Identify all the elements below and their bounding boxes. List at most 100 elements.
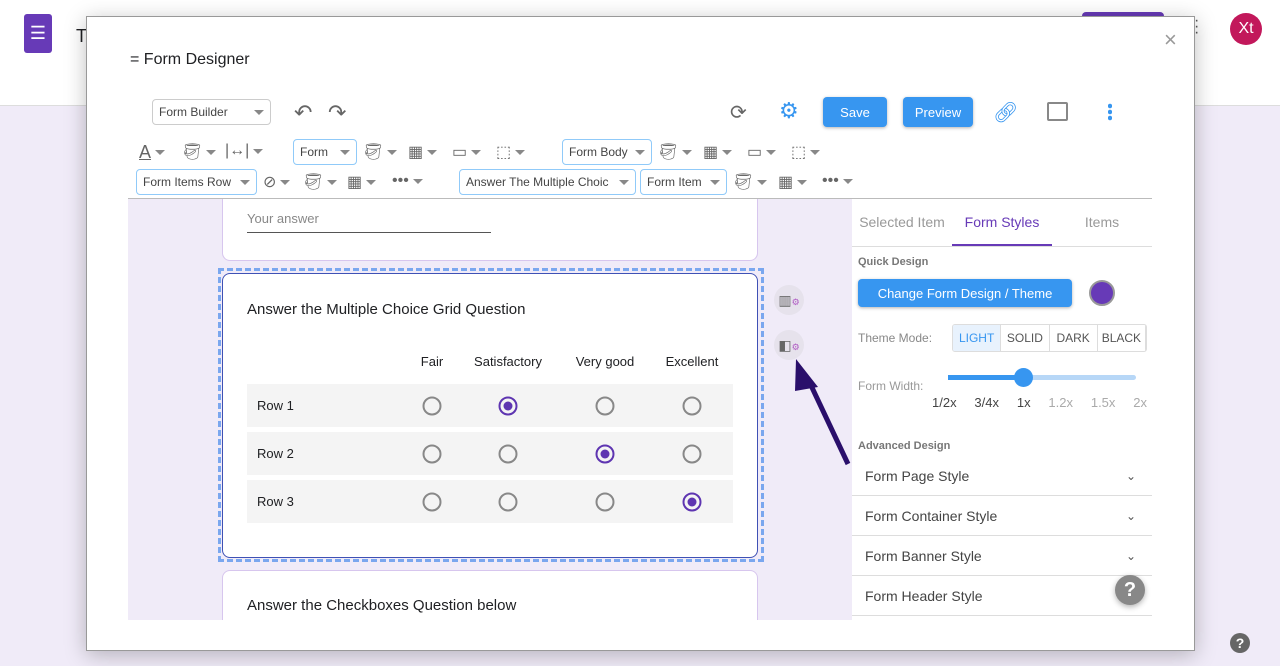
row-settings-button[interactable]: ◧⚙ [774,330,804,360]
text-color-icon[interactable]: A [139,142,166,163]
width-tick-label: 1.5x [1090,395,1116,410]
row-label: Row 3 [257,494,294,509]
column-settings-button[interactable]: ▥⚙ [774,285,804,315]
save-button[interactable]: Save [823,97,887,127]
mode-select[interactable]: Form Builder [152,99,271,125]
fullscreen-icon[interactable] [1047,102,1068,121]
tab-items[interactable]: Items [1052,199,1152,246]
fill-color-icon[interactable]: 🪣︎ [303,172,338,192]
answer-input[interactable]: Your answer [247,211,491,233]
more-horiz-icon[interactable]: ••• [822,172,853,190]
grid-radio[interactable] [498,444,518,464]
slider-thumb[interactable] [1014,368,1034,387]
more-options-icon[interactable] [1108,103,1112,121]
mode-light[interactable]: LIGHT [953,325,1002,351]
previous-question-card[interactable]: Your answer [222,199,758,261]
border-style-icon[interactable]: ⬚ [496,142,526,162]
width-icon[interactable]: |↔| [225,142,264,160]
visibility-off-icon[interactable]: ⊘ [263,172,291,192]
quick-design-label: Quick Design [858,256,929,268]
question-select[interactable]: Answer The Multiple Choic [459,169,636,195]
fill-color-icon[interactable]: 🪣︎ [658,142,693,162]
fill-color-icon[interactable]: 🪣︎ [182,142,217,162]
border-all-icon[interactable]: ▦ [778,172,808,192]
form-items-row-select[interactable]: Form Items Row [136,169,257,195]
settings-icon[interactable]: ⚙ [779,98,799,124]
column-header: Satisfactory [474,354,542,369]
tab-form-styles[interactable]: Form Styles [952,199,1052,246]
checkbox-question-card[interactable]: Answer the Checkboxes Question below [222,570,758,620]
form-canvas: Your answer Answer the Multiple Choice G… [128,198,852,620]
grid-row: Row 2 [247,432,733,475]
side-panel: Selected Item Form Styles Items Quick Desi… [852,198,1152,620]
form-body-select[interactable]: Form Body [562,139,652,165]
accordion-section[interactable]: Form Container Style ⌄ [852,496,1152,536]
form-width-slider[interactable] [948,368,1136,387]
mode-select-label: Form Builder [159,105,228,119]
mode-solid[interactable]: SOLID [1001,325,1050,351]
border-top-icon[interactable]: ▭ [747,142,777,162]
items-row-select-label: Form Items Row [143,175,232,189]
avatar[interactable]: Xt [1230,13,1262,45]
column-header: Excellent [665,354,719,369]
border-all-icon[interactable]: ▦ [408,142,438,162]
width-tick-label: 1x [1016,395,1031,410]
grid-radio[interactable] [682,396,702,416]
help-button[interactable]: ? [1115,575,1145,605]
grid-radio[interactable] [595,396,615,416]
width-tick-label: 2x [1133,395,1147,410]
fill-color-icon[interactable]: 🪣︎ [363,142,398,162]
grid-radio[interactable] [682,492,702,512]
width-tick-label: 1/2x [932,395,957,410]
tab-selected-item[interactable]: Selected Item [852,199,952,246]
grid-radio[interactable] [682,444,702,464]
arrow-annotation [795,359,851,466]
section-label: Form Header Style [865,587,983,604]
section-label: Form Banner Style [865,547,982,564]
form-select[interactable]: Form [293,139,357,165]
grid-radio[interactable] [595,492,615,512]
accordion-section[interactable]: Form Header Style⌄ [852,576,1152,616]
dialog-title: = Form Designer [130,51,250,68]
border-all-icon[interactable]: ▦ [347,172,377,192]
accordion-section[interactable]: Form Banner Style ⌄ [852,536,1152,576]
grid-radio[interactable] [422,396,442,416]
change-theme-button[interactable]: Change Form Design / Theme [858,279,1072,307]
grid-radio[interactable] [498,492,518,512]
border-style-icon[interactable]: ⬚ [791,142,821,162]
grid-radio[interactable] [422,444,442,464]
grid-radio[interactable] [498,396,518,416]
undo-icon[interactable]: ↶ [294,100,312,126]
form-item-select-label: Form Item [647,175,702,189]
form-width-label: Form Width: [858,379,924,393]
fill-color-icon[interactable]: 🪣︎ [733,172,768,192]
redo-icon[interactable]: ↷ [328,100,346,126]
help-icon[interactable]: ? [1230,633,1250,653]
accordion-section[interactable]: Form Page Style ⌄ [852,456,1152,496]
question-title: Answer the Multiple Choice Grid Question [247,301,526,318]
close-button[interactable]: × [1164,27,1177,53]
form-item-select[interactable]: Form Item [640,169,727,195]
section-label: Form Page Style [865,467,970,484]
grid-question-card[interactable]: Answer the Multiple Choice Grid Question… [222,273,758,558]
grid-radio[interactable] [422,492,442,512]
mode-dark[interactable]: DARK [1050,325,1098,351]
column-header: Fair [420,354,444,369]
preview-button[interactable]: Preview [903,97,973,127]
form-select-label: Form [300,145,328,159]
link-icon[interactable]: 🔗︎ [993,100,1018,125]
width-tick-label: 3/4x [974,395,999,410]
mode-black[interactable]: BLACK [1098,325,1146,351]
refresh-icon[interactable]: ⟳ [730,100,747,125]
border-all-icon[interactable]: ▦ [703,142,733,162]
border-top-icon[interactable]: ▭ [452,142,482,162]
more-horiz-icon[interactable]: ••• [392,172,423,190]
theme-color-swatch[interactable] [1089,280,1115,306]
forms-logo-icon: ☰ [24,14,52,53]
form-body-select-label: Form Body [569,145,628,159]
grid-row: Row 1 [247,384,733,427]
grid-row: Row 3 [247,480,733,523]
question-select-label: Answer The Multiple Choic [466,175,609,189]
caret-down-icon [254,109,264,115]
grid-radio[interactable] [595,444,615,464]
